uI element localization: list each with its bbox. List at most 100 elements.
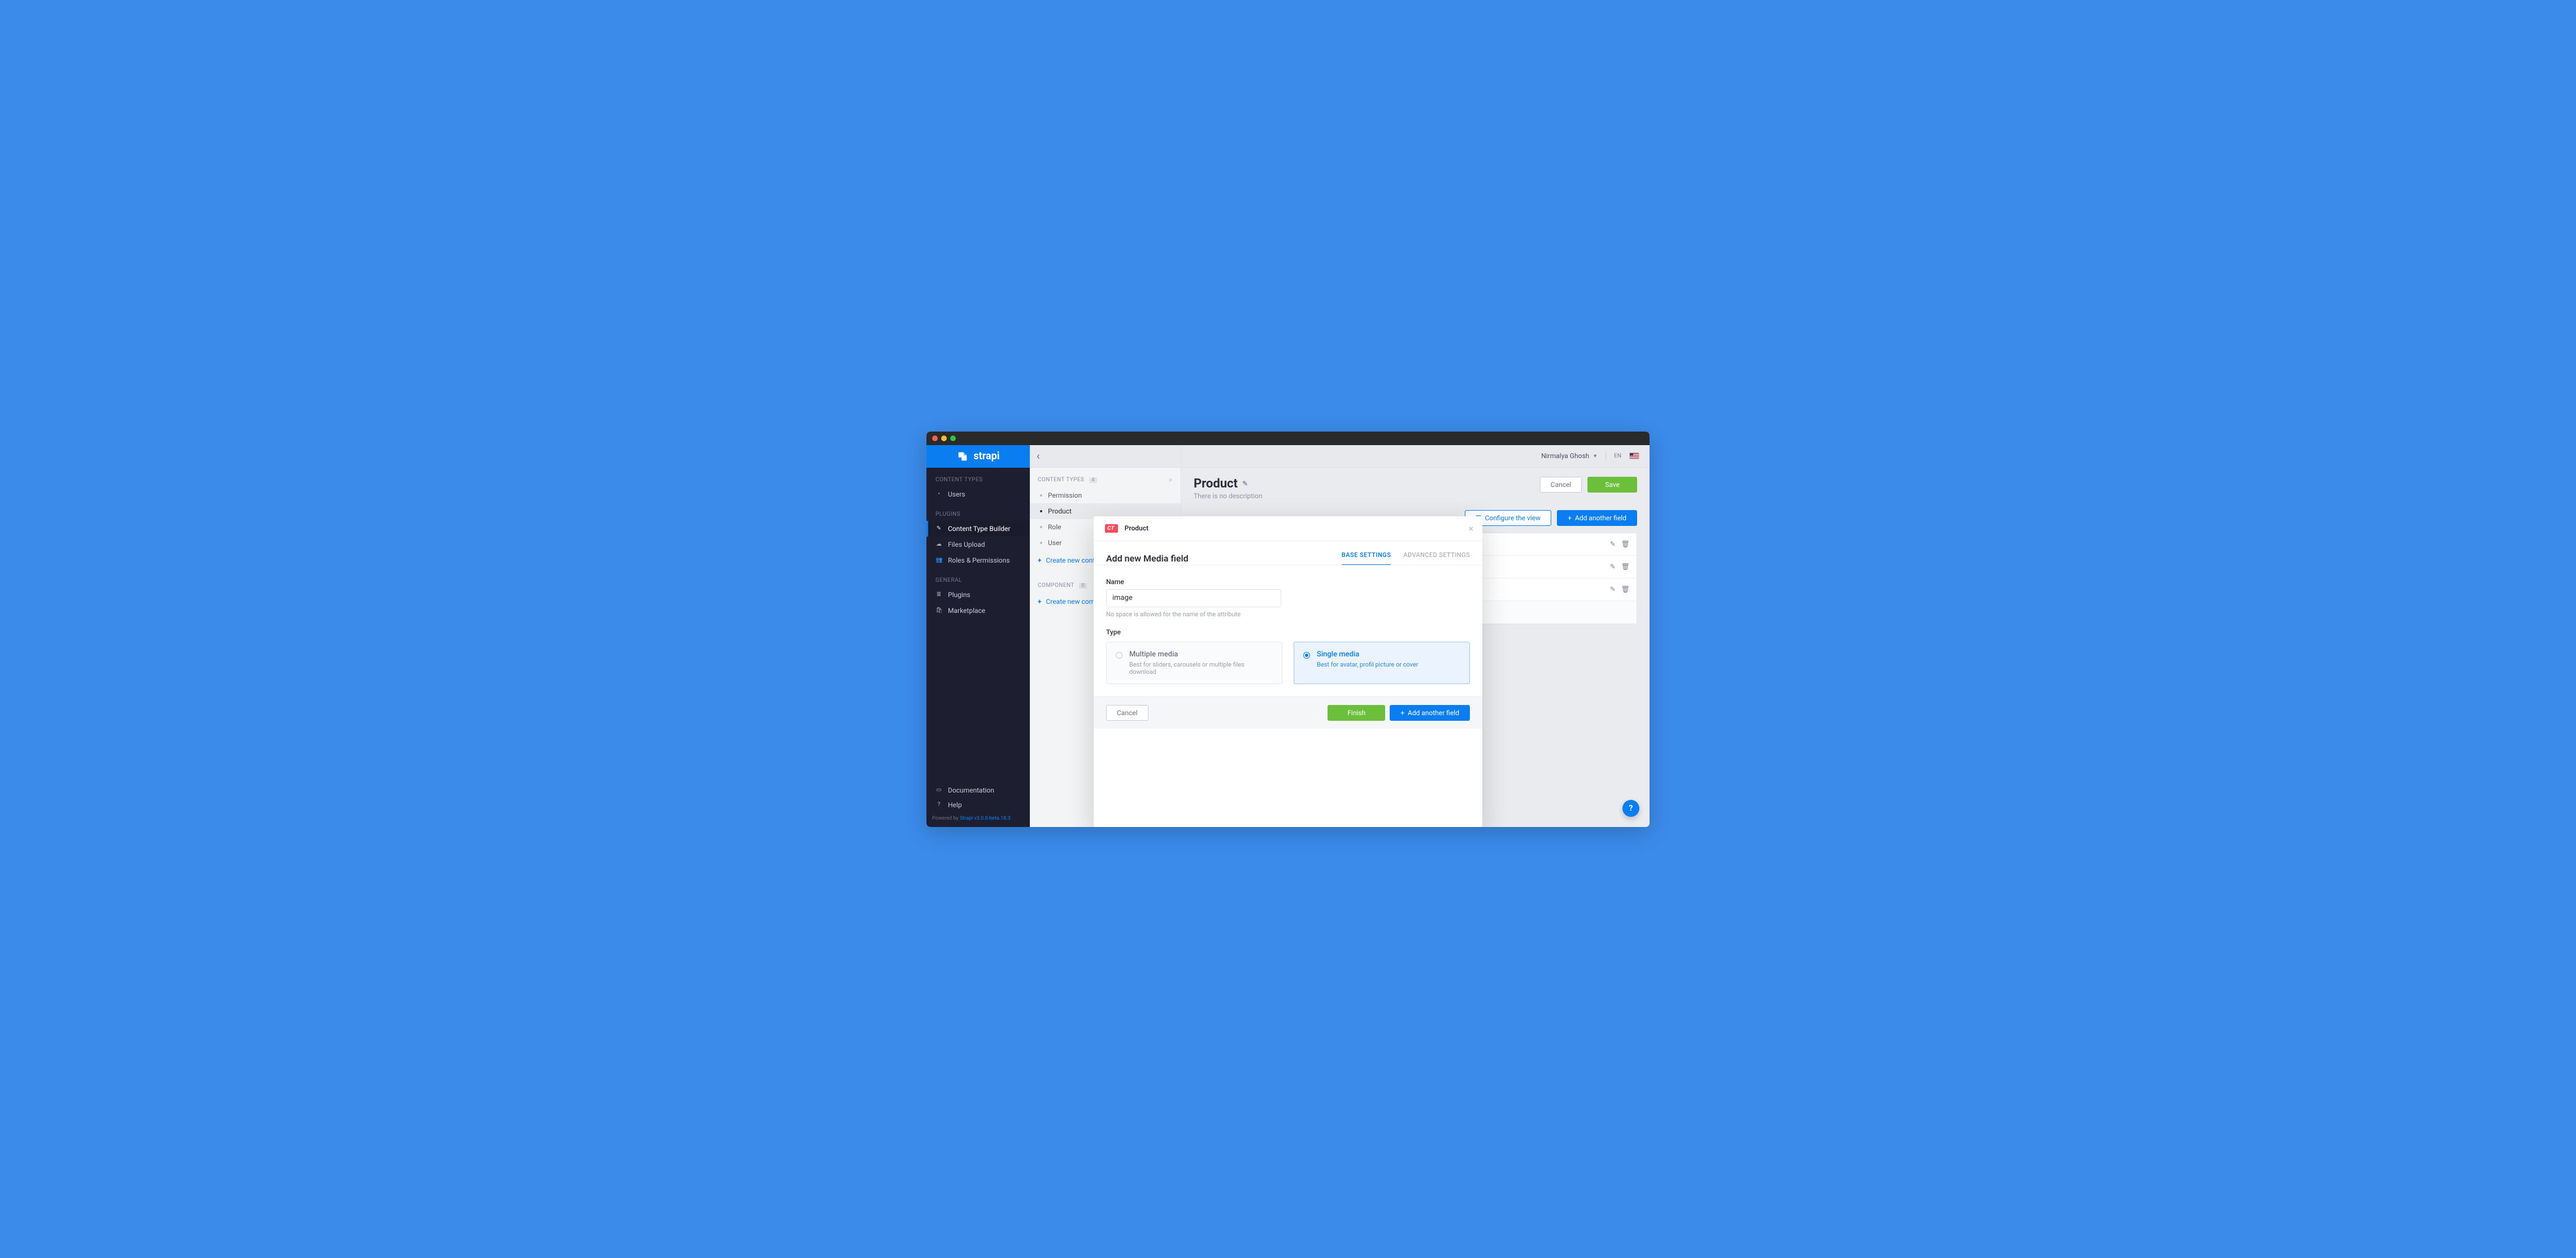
search-icon[interactable]: ⌕ — [1169, 476, 1173, 484]
sb-section-plugins: PLUGINS — [926, 502, 1030, 521]
type-sub: Best for avatar, profil picture or cover — [1317, 661, 1418, 668]
plus-icon: + — [1568, 514, 1572, 522]
plus-icon: + — [1400, 709, 1404, 717]
sb-section-contenttypes: CONTENT TYPES — [926, 468, 1030, 486]
lang-label[interactable]: EN — [1614, 453, 1621, 459]
sidebar-item-ctb[interactable]: ✎ Content Type Builder — [926, 521, 1030, 537]
flag-icon[interactable] — [1629, 452, 1639, 459]
bag-icon: 🛍 — [935, 607, 942, 613]
chevron-down-icon: ▼ — [1592, 453, 1598, 459]
sidebar-item-label: Help — [948, 801, 962, 809]
component-count-badge: 0 — [1079, 583, 1087, 589]
app-window: strapi CONTENT TYPES • Users PLUGINS ✎ C… — [926, 432, 1650, 827]
ct-item-permission[interactable]: Permission — [1030, 487, 1181, 503]
user-menu[interactable]: Nirmalya Ghosh ▼ — [1541, 452, 1598, 460]
ct-item-label: Role — [1048, 523, 1061, 531]
bullet-icon — [1040, 510, 1042, 512]
sidebar-item-users[interactable]: • Users — [926, 486, 1030, 502]
type-option-multiple[interactable]: Multiple media Best for sliders, carouse… — [1106, 642, 1282, 684]
name-input[interactable] — [1106, 589, 1281, 607]
tab-advanced-settings[interactable]: ADVANCED SETTINGS — [1403, 551, 1470, 565]
sidebar-item-help[interactable]: ? Help — [926, 798, 1030, 812]
sidebar-item-label: Users — [948, 490, 965, 498]
people-icon: 👥 — [935, 557, 942, 563]
sidebar-item-label: Files Upload — [948, 541, 985, 549]
type-option-single[interactable]: Single media Best for avatar, profil pic… — [1294, 642, 1470, 684]
type-label: Type — [1106, 628, 1470, 636]
configure-label: Configure the view — [1485, 514, 1541, 522]
ct-group-title: CONTENT TYPES — [1038, 477, 1084, 483]
ct-count-badge: 4 — [1089, 477, 1097, 483]
modal-add-label: Add another field — [1408, 709, 1459, 717]
brush-icon: ✎ — [935, 525, 942, 532]
edit-title-icon[interactable]: ✎ — [1242, 480, 1248, 487]
finish-button[interactable]: Finish — [1328, 705, 1385, 721]
window-close-dot[interactable] — [932, 436, 938, 441]
cancel-button[interactable]: Cancel — [1540, 477, 1582, 493]
powered-link[interactable]: Strapi v3.0.0-beta.18.3 — [960, 816, 1011, 821]
sidebar-item-roles[interactable]: 👥 Roles & Permissions — [926, 552, 1030, 568]
sidebar-footer: ▭ Documentation ? Help Powered by Strapi… — [926, 780, 1030, 827]
ct-badge: CT — [1105, 524, 1118, 533]
radio-icon — [1116, 652, 1122, 659]
book-icon: ▭ — [935, 787, 942, 793]
bullet-icon — [1040, 526, 1042, 528]
sidebar: strapi CONTENT TYPES • Users PLUGINS ✎ C… — [926, 445, 1030, 827]
edit-field-icon[interactable]: ✎ — [1610, 540, 1616, 548]
sidebar-item-label: Documentation — [948, 786, 994, 794]
sidebar-item-docs[interactable]: ▭ Documentation — [926, 783, 1030, 798]
strapi-logo-icon — [956, 450, 969, 463]
topbar-divider — [1605, 451, 1606, 461]
modal-breadcrumb: CT Product × — [1094, 516, 1482, 541]
modal-add-another-button[interactable]: + Add another field — [1390, 705, 1470, 721]
topbar: Nirmalya Ghosh ▼ EN — [1181, 445, 1650, 468]
delete-field-icon[interactable]: 🗑 — [1621, 540, 1630, 548]
sidebar-item-label: Content Type Builder — [948, 525, 1010, 533]
edit-field-icon[interactable]: ✎ — [1610, 585, 1616, 593]
user-name: Nirmalya Ghosh — [1541, 452, 1589, 460]
back-chevron-icon[interactable]: ‹ — [1037, 450, 1040, 462]
save-button[interactable]: Save — [1587, 477, 1637, 493]
modal-crumb: Product — [1125, 524, 1148, 532]
upload-icon: ☁ — [935, 541, 942, 547]
sidebar-item-marketplace[interactable]: 🛍 Marketplace — [926, 603, 1030, 619]
brand-label: strapi — [973, 450, 999, 462]
modal-cancel-button[interactable]: Cancel — [1106, 705, 1148, 721]
type-title: Multiple media — [1129, 650, 1273, 659]
radio-icon — [1303, 652, 1310, 659]
sb-section-general: GENERAL — [926, 568, 1030, 587]
ct-item-label: Product — [1048, 507, 1072, 515]
ct-group-head: CONTENT TYPES 4 ⌕ — [1030, 468, 1181, 487]
modal-body: Name No space is allowed for the name of… — [1094, 565, 1482, 697]
ct-item-label: User — [1048, 539, 1061, 547]
delete-field-icon[interactable]: 🗑 — [1621, 563, 1630, 571]
modal-title: Add new Media field — [1106, 553, 1189, 564]
brand[interactable]: strapi — [926, 445, 1030, 468]
window-max-dot[interactable] — [950, 436, 956, 441]
bullet-icon — [1040, 494, 1042, 497]
close-icon[interactable]: × — [1468, 523, 1473, 534]
window-min-dot[interactable] — [941, 436, 947, 441]
page-title: Product ✎ — [1194, 477, 1263, 491]
modal-head: Add new Media field BASE SETTINGS ADVANC… — [1094, 541, 1482, 565]
add-field-button[interactable]: + Add another field — [1557, 510, 1637, 526]
edit-field-icon[interactable]: ✎ — [1610, 563, 1616, 571]
help-bubble[interactable]: ? — [1622, 800, 1639, 817]
list-icon: ≣ — [935, 591, 942, 598]
name-label: Name — [1106, 578, 1470, 586]
sidebar-item-files[interactable]: ☁ Files Upload — [926, 537, 1030, 552]
page-subtitle: There is no description — [1194, 492, 1263, 500]
macos-titlebar — [926, 432, 1650, 445]
delete-field-icon[interactable]: 🗑 — [1621, 585, 1630, 593]
help-icon: ? — [935, 802, 942, 808]
bullet-icon: • — [935, 491, 942, 497]
tab-base-settings[interactable]: BASE SETTINGS — [1342, 551, 1391, 565]
component-group-title: COMPONENT — [1038, 582, 1074, 589]
bullet-icon — [1040, 542, 1042, 544]
add-field-modal: CT Product × Add new Media field BASE SE… — [1094, 516, 1482, 827]
sidebar-item-plugins[interactable]: ≣ Plugins — [926, 587, 1030, 603]
powered-prefix: Powered by — [932, 816, 960, 821]
title-text: Product — [1194, 477, 1238, 491]
powered-by: Powered by Strapi v3.0.0-beta.18.3 — [926, 812, 1030, 825]
modal-tabs: BASE SETTINGS ADVANCED SETTINGS — [1342, 551, 1470, 565]
